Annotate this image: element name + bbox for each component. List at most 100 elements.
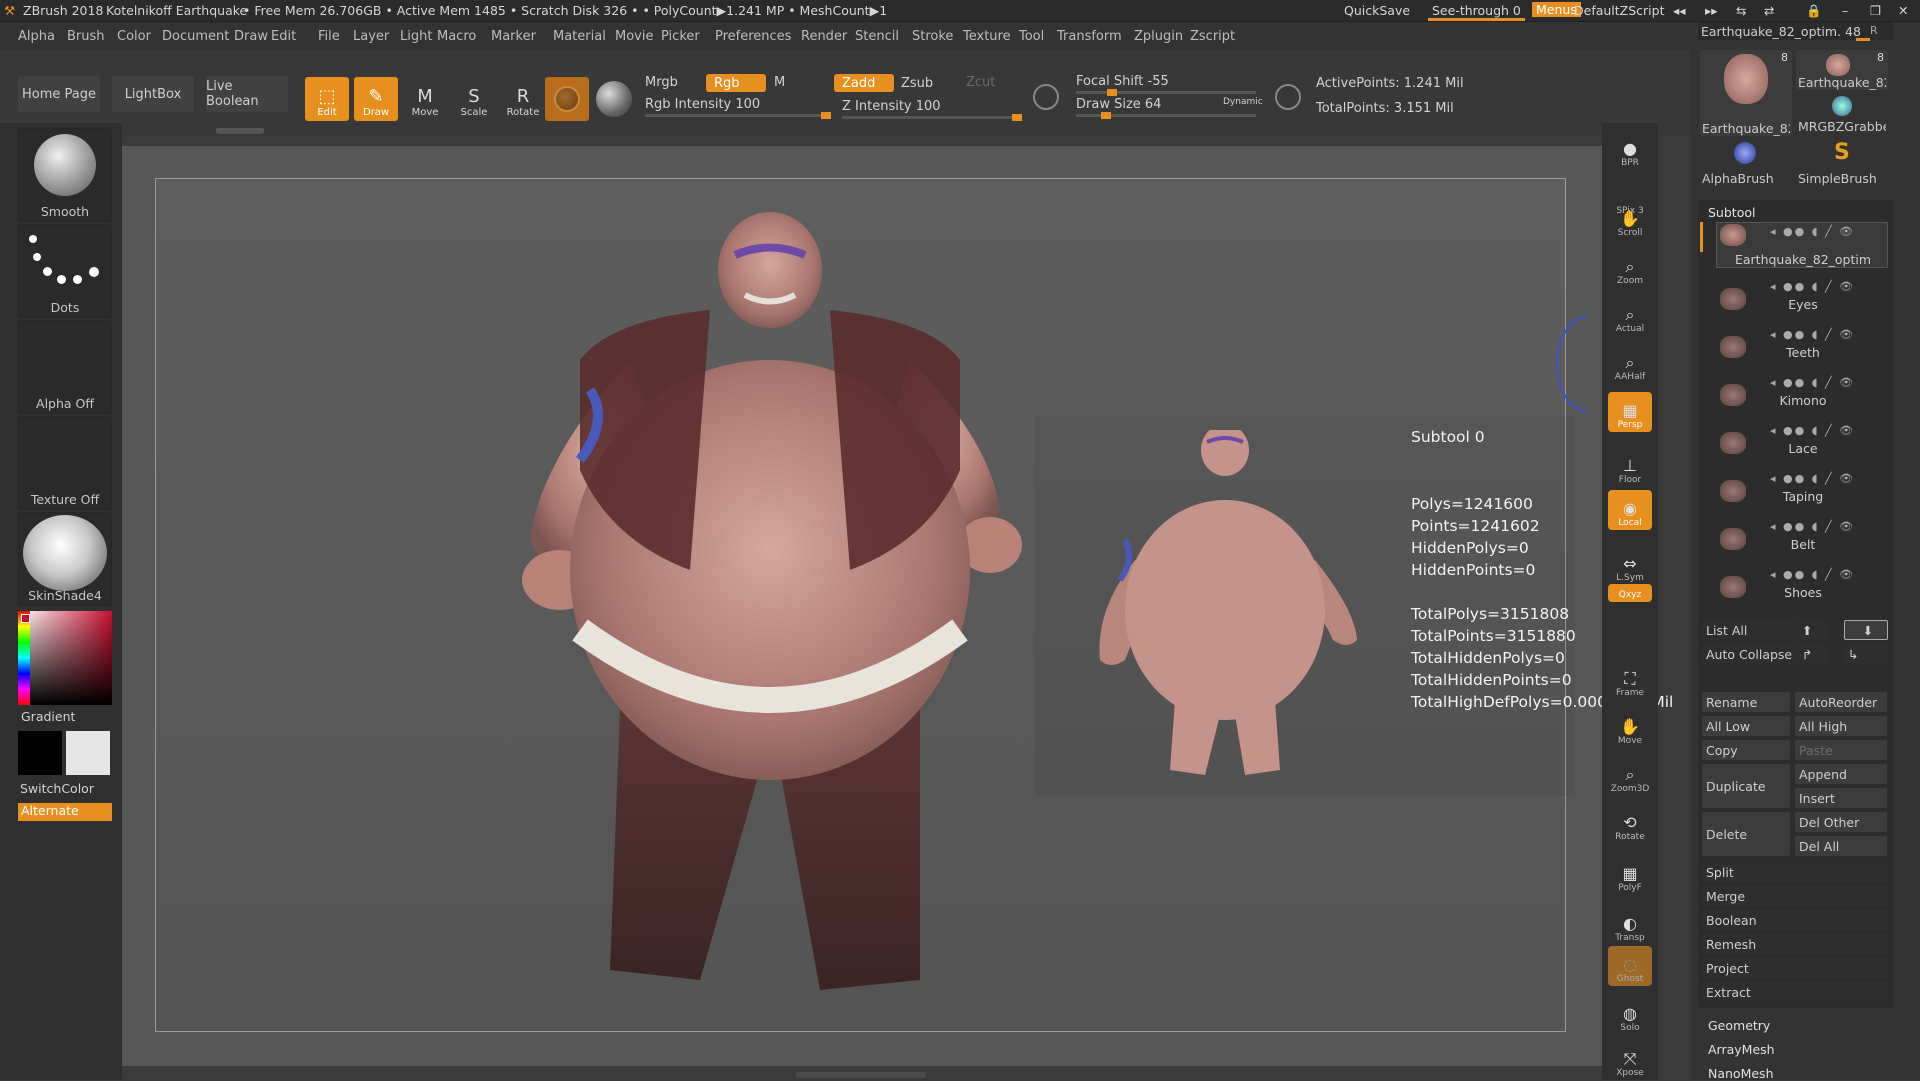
append-button[interactable]: Append [1795, 764, 1887, 784]
xyz-button[interactable]: Qxyz [1608, 584, 1652, 602]
hue-strip[interactable] [18, 611, 30, 705]
rgb-toggle[interactable]: Rgb [706, 74, 766, 92]
edit-mode-button[interactable]: ⬚ Edit [305, 77, 349, 121]
move-button[interactable]: ✋ Move [1608, 708, 1652, 748]
tool-r-button[interactable]: R [1870, 24, 1878, 37]
actual-button[interactable]: ⌕ Actual [1608, 296, 1652, 336]
subtool-item-kimono[interactable]: Kimono [1710, 393, 1896, 408]
menu-light[interactable]: Light [400, 29, 432, 44]
character-main-view[interactable] [520, 210, 1040, 1010]
menu-stroke[interactable]: Stroke [912, 29, 953, 44]
extract-button[interactable]: Extract [1702, 982, 1888, 1002]
move-mode-button[interactable]: M Move [403, 77, 447, 121]
menu-material[interactable]: Material [553, 29, 606, 44]
subtool-visibility-toggles[interactable]: ◂ ●● ◖ ╱ 👁 [1770, 472, 1855, 485]
draw-size-slider[interactable] [1076, 112, 1256, 119]
subtool-visibility-toggles[interactable]: ◂ ●● ◖ ╱ 👁 [1770, 225, 1855, 238]
live-boolean-button[interactable]: Live Boolean [206, 76, 288, 112]
subtool-visibility-toggles[interactable]: ◂ ●● ◖ ╱ 👁 [1770, 280, 1855, 293]
menu-edit[interactable]: Edit [271, 29, 296, 44]
menu-transform[interactable]: Transform [1057, 29, 1122, 44]
menu-zscript[interactable]: Zscript [1190, 29, 1235, 44]
m-toggle[interactable]: M [774, 75, 785, 90]
default-zscript-button[interactable]: DefaultZScript [1574, 3, 1665, 18]
subtool-item-belt[interactable]: Belt [1710, 537, 1896, 552]
menu-marker[interactable]: Marker [491, 29, 536, 44]
arrowr2-icon[interactable]: ↳ [1844, 644, 1888, 664]
z-intensity-slider[interactable] [842, 114, 1022, 121]
insert-button[interactable]: Insert [1795, 788, 1887, 808]
scale-mode-button[interactable]: S Scale [452, 77, 496, 121]
menu-macro[interactable]: Macro [437, 29, 476, 44]
minimize-icon[interactable]: – [1842, 3, 1848, 18]
toolbar-scroll-handle[interactable] [216, 128, 264, 134]
menu-preferences[interactable]: Preferences [715, 29, 791, 44]
zcut-toggle[interactable]: Zcut [966, 75, 995, 90]
bpr-button[interactable]: ● BPR [1608, 130, 1652, 170]
zadd-toggle[interactable]: Zadd [834, 74, 894, 92]
rotate-button[interactable]: ⟲ Rotate [1608, 804, 1652, 844]
arrowdown-icon[interactable]: ⬇ [1844, 620, 1888, 640]
menu-tool[interactable]: Tool [1019, 29, 1044, 44]
gradient-label[interactable]: Gradient [21, 709, 75, 724]
menu-texture[interactable]: Texture [963, 29, 1011, 44]
mrgb-toggle[interactable]: Mrgb [645, 75, 678, 90]
rotate-mode-button[interactable]: R Rotate [501, 77, 545, 121]
subtool-visibility-toggles[interactable]: ◂ ●● ◖ ╱ 👁 [1770, 568, 1855, 581]
menu-layer[interactable]: Layer [353, 29, 389, 44]
boolean-button[interactable]: Boolean [1702, 910, 1888, 930]
zsub-toggle[interactable]: Zsub [901, 76, 933, 91]
subtool-header[interactable]: Subtool [1708, 205, 1755, 220]
frame-button[interactable]: ⛶ Frame [1608, 660, 1652, 700]
color-sphere-icon[interactable] [596, 81, 632, 117]
character-secondary-view[interactable] [1085, 430, 1365, 780]
texture-selector[interactable]: Texture Off [18, 416, 112, 510]
alpha-selector[interactable]: Alpha Off [18, 320, 112, 414]
brush-selector[interactable]: Smooth [18, 128, 112, 222]
draw-mode-button[interactable]: ✎ Draw [354, 77, 398, 121]
subtool-item-eyes[interactable]: Eyes [1710, 297, 1896, 312]
arrowup-icon[interactable]: ⬆ [1798, 620, 1828, 640]
menu-render[interactable]: Render [801, 29, 847, 44]
tool-thumb[interactable]: S SimpleBrush [1796, 140, 1888, 186]
menu-document[interactable]: Document [162, 29, 229, 44]
dynamesh-icon[interactable] [1275, 84, 1301, 110]
color-picker[interactable] [18, 611, 112, 705]
scroll-button[interactable]: ✋ Scroll [1608, 200, 1652, 240]
close-icon[interactable]: ✕ [1898, 3, 1908, 18]
arrowr-icon[interactable]: ↱ [1798, 644, 1828, 664]
tool-thumb[interactable]: Earthquake_82_c 8 [1796, 50, 1888, 90]
project-button[interactable]: Project [1702, 958, 1888, 978]
copy-button[interactable]: Copy [1702, 740, 1790, 760]
subtool-item-shoes[interactable]: Shoes [1710, 585, 1896, 600]
autoreorder-button[interactable]: AutoReorder [1795, 692, 1887, 712]
subtool-visibility-toggles[interactable]: ◂ ●● ◖ ╱ 👁 [1770, 376, 1855, 389]
remesh-button[interactable]: Remesh [1702, 934, 1888, 954]
quicksave-button[interactable]: QuickSave [1344, 3, 1410, 18]
aahalf-button[interactable]: ⌕ AAHalf [1608, 344, 1652, 384]
sculptris-pro-icon[interactable] [1033, 84, 1059, 110]
xpose-button[interactable]: ⤧ Xpose [1608, 1040, 1652, 1080]
layout-alt-icon[interactable]: ▸▸ [1705, 3, 1718, 18]
subtool-item-taping[interactable]: Taping [1710, 489, 1896, 504]
subtool-visibility-toggles[interactable]: ◂ ●● ◖ ╱ 👁 [1770, 520, 1855, 533]
local-button[interactable]: ◉ Local [1608, 490, 1652, 530]
tool-thumb[interactable]: Earthquake_82_c 8 [1700, 50, 1792, 136]
subtool-item-earthquake[interactable]: Earthquake_82_optim [1710, 252, 1896, 267]
home-page-button[interactable]: Home Page [18, 76, 100, 112]
subtool-item-teeth[interactable]: Teeth [1710, 345, 1896, 360]
menu-alpha[interactable]: Alpha [18, 29, 55, 44]
persp-button[interactable]: ▦ Persp [1608, 392, 1652, 432]
duplicate-button[interactable]: Duplicate [1702, 764, 1790, 808]
menu-zplugin[interactable]: Zplugin [1134, 29, 1183, 44]
swap-icon[interactable]: ⇆ [1736, 3, 1746, 18]
del-all-button[interactable]: Del All [1795, 836, 1887, 856]
stroke-selector[interactable]: Dots [18, 224, 112, 318]
section-nanomesh[interactable]: NanoMesh [1708, 1066, 1774, 1081]
menu-brush[interactable]: Brush [67, 29, 105, 44]
subtool-visibility-toggles[interactable]: ◂ ●● ◖ ╱ 👁 [1770, 424, 1855, 437]
canvas-bottom-handle[interactable] [796, 1072, 926, 1078]
lock-icon[interactable]: 🔒 [1806, 3, 1822, 19]
save-layout-icon[interactable]: ⇄ [1764, 3, 1774, 18]
material-swatch[interactable] [545, 77, 589, 121]
